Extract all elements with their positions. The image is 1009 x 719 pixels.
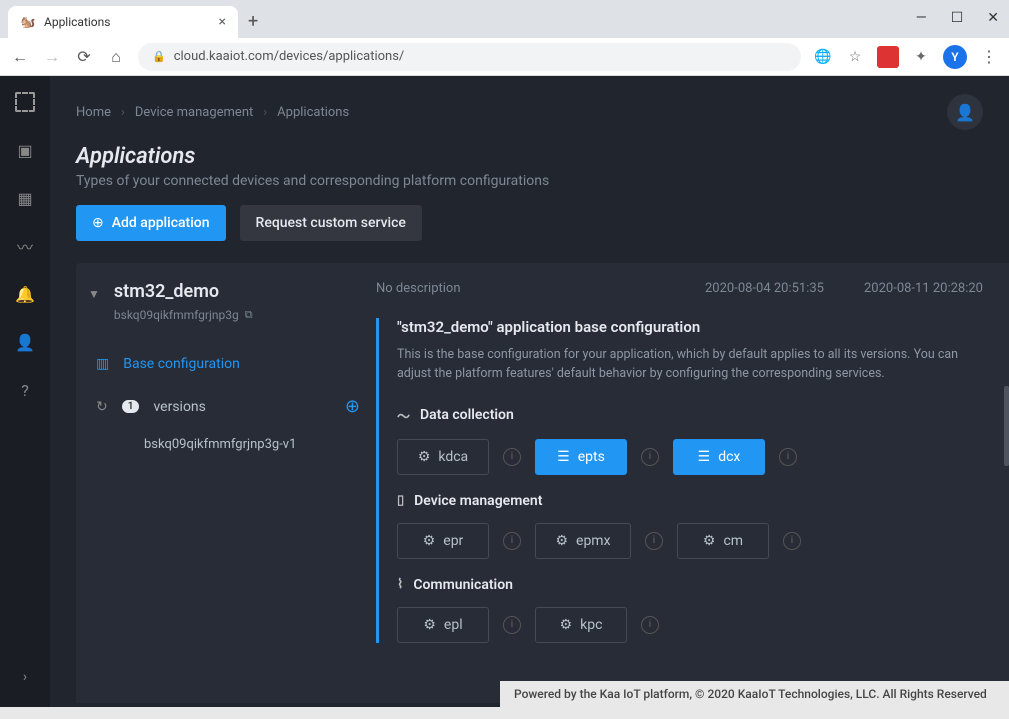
application-name[interactable]: stm32_demo: [114, 281, 253, 302]
config-title: "stm32_demo" application base configurat…: [397, 318, 983, 336]
forward-button[interactable]: →: [42, 47, 62, 67]
service-epmx[interactable]: ⚙epmx: [535, 523, 631, 559]
service-epts[interactable]: ☰epts: [535, 439, 627, 475]
page-title: Applications: [76, 144, 983, 169]
config-icon: ▥: [96, 356, 109, 372]
info-icon[interactable]: i: [503, 532, 521, 550]
lock-icon: 🔒: [152, 50, 166, 63]
bc-device-mgmt[interactable]: Device management: [135, 105, 253, 120]
extensions-icon[interactable]: ✦: [911, 47, 931, 67]
gear-icon: ⚙: [423, 617, 436, 633]
history-icon: ↻: [96, 399, 108, 415]
sliders-icon: ☰: [698, 449, 711, 465]
info-icon[interactable]: i: [503, 616, 521, 634]
versions-label: versions: [153, 399, 205, 415]
sidebar-item-users[interactable]: 👤: [15, 332, 35, 352]
sidebar-item-help[interactable]: ?: [15, 380, 35, 400]
app-description: No description: [376, 281, 461, 296]
user-menu-icon[interactable]: 👤: [947, 94, 983, 130]
base-config-item[interactable]: ▥ Base configuration: [88, 344, 364, 384]
minimize-icon[interactable]: —: [916, 10, 927, 26]
menu-icon[interactable]: ⋮: [979, 47, 999, 67]
gear-icon: ⚙: [418, 449, 431, 465]
device-icon: ▯: [397, 493, 404, 508]
sidebar: ▣ ▦ 〰 🔔 👤 ? ›: [0, 76, 50, 707]
copy-icon[interactable]: ⧉: [245, 308, 253, 322]
chevron-right-icon: ›: [121, 105, 125, 120]
service-dcx[interactable]: ☰dcx: [673, 439, 765, 475]
versions-item[interactable]: ↻ 1 versions ⊕: [88, 384, 364, 429]
section-comm-title: Communication: [413, 577, 513, 593]
sidebar-item-dashboard[interactable]: ▣: [15, 140, 35, 160]
versions-count-badge: 1: [122, 400, 140, 413]
request-service-button[interactable]: Request custom service: [240, 205, 422, 241]
service-epl[interactable]: ⚙epl: [397, 607, 489, 643]
gear-icon: ⚙: [423, 533, 436, 549]
config-description: This is the base configuration for your …: [397, 346, 983, 384]
info-icon[interactable]: i: [645, 532, 663, 550]
logo-icon[interactable]: [15, 92, 35, 112]
bookmark-icon[interactable]: ☆: [845, 47, 865, 67]
bc-home[interactable]: Home: [76, 105, 111, 120]
gear-icon: ⚙: [555, 533, 568, 549]
home-button[interactable]: ⌂: [106, 47, 126, 67]
footer-text: Powered by the Kaa IoT platform, © 2020 …: [500, 681, 1009, 707]
sidebar-item-analytics[interactable]: 〰: [15, 236, 35, 256]
tab-favicon: 🐿️: [20, 14, 36, 30]
translate-icon[interactable]: 🌐: [813, 47, 833, 67]
sidebar-item-apps[interactable]: ▦: [15, 188, 35, 208]
info-icon[interactable]: i: [503, 448, 521, 466]
extension-red-icon[interactable]: [877, 46, 899, 68]
back-button[interactable]: ←: [10, 47, 30, 67]
wifi-icon: ⌇: [397, 577, 403, 592]
profile-avatar[interactable]: Y: [943, 45, 967, 69]
url-text: cloud.kaaiot.com/devices/applications/: [174, 49, 405, 64]
gear-icon: ⚙: [703, 533, 716, 549]
close-icon[interactable]: ✕: [987, 10, 999, 26]
service-epr[interactable]: ⚙epr: [397, 523, 489, 559]
address-bar: ← → ⟳ ⌂ 🔒 cloud.kaaiot.com/devices/appli…: [0, 38, 1009, 76]
sidebar-item-alerts[interactable]: 🔔: [15, 284, 35, 304]
base-config-label: Base configuration: [123, 356, 240, 372]
info-icon[interactable]: i: [783, 532, 801, 550]
tab-title: Applications: [44, 15, 110, 29]
scrollbar-thumb[interactable]: [1004, 386, 1009, 466]
service-cm[interactable]: ⚙cm: [677, 523, 769, 559]
browser-tab[interactable]: 🐿️ Applications ×: [8, 6, 238, 38]
service-kpc[interactable]: ⚙kpc: [535, 607, 627, 643]
application-id: bskq09qikfmmfgrjnp3g: [114, 308, 239, 322]
service-kdca[interactable]: ⚙kdca: [397, 439, 489, 475]
chevron-right-icon: ›: [263, 105, 267, 120]
plus-circle-icon: ⊕: [92, 215, 104, 231]
tab-strip: 🐿️ Applications × +: [0, 0, 1009, 38]
section-data-title: Data collection: [420, 407, 514, 423]
url-input[interactable]: 🔒 cloud.kaaiot.com/devices/applications/: [138, 43, 801, 71]
sidebar-expand-icon[interactable]: ›: [15, 667, 35, 687]
updated-timestamp: 2020-08-11 20:28:20: [864, 281, 983, 296]
maximize-icon[interactable]: ☐: [951, 10, 964, 26]
new-tab-button[interactable]: +: [248, 11, 258, 38]
info-icon[interactable]: i: [641, 616, 659, 634]
info-icon[interactable]: i: [641, 448, 659, 466]
info-icon[interactable]: i: [779, 448, 797, 466]
add-version-button[interactable]: ⊕: [345, 396, 360, 417]
page-subtitle: Types of your connected devices and corr…: [76, 173, 983, 189]
gear-icon: ⚙: [560, 617, 573, 633]
version-entry[interactable]: bskq09qikfmmfgrjnp3g-v1: [88, 429, 364, 460]
sliders-icon: ☰: [557, 449, 570, 465]
bc-current: Applications: [277, 105, 349, 120]
section-device-title: Device management: [414, 493, 542, 509]
created-timestamp: 2020-08-04 20:51:35: [705, 281, 824, 296]
collapse-icon[interactable]: ▼: [88, 287, 100, 301]
data-collection-icon: 〜: [397, 406, 410, 425]
tab-close-icon[interactable]: ×: [219, 14, 226, 30]
reload-button[interactable]: ⟳: [74, 47, 94, 67]
breadcrumb: Home › Device management › Applications …: [50, 76, 1009, 130]
add-application-button[interactable]: ⊕ Add application: [76, 205, 226, 241]
